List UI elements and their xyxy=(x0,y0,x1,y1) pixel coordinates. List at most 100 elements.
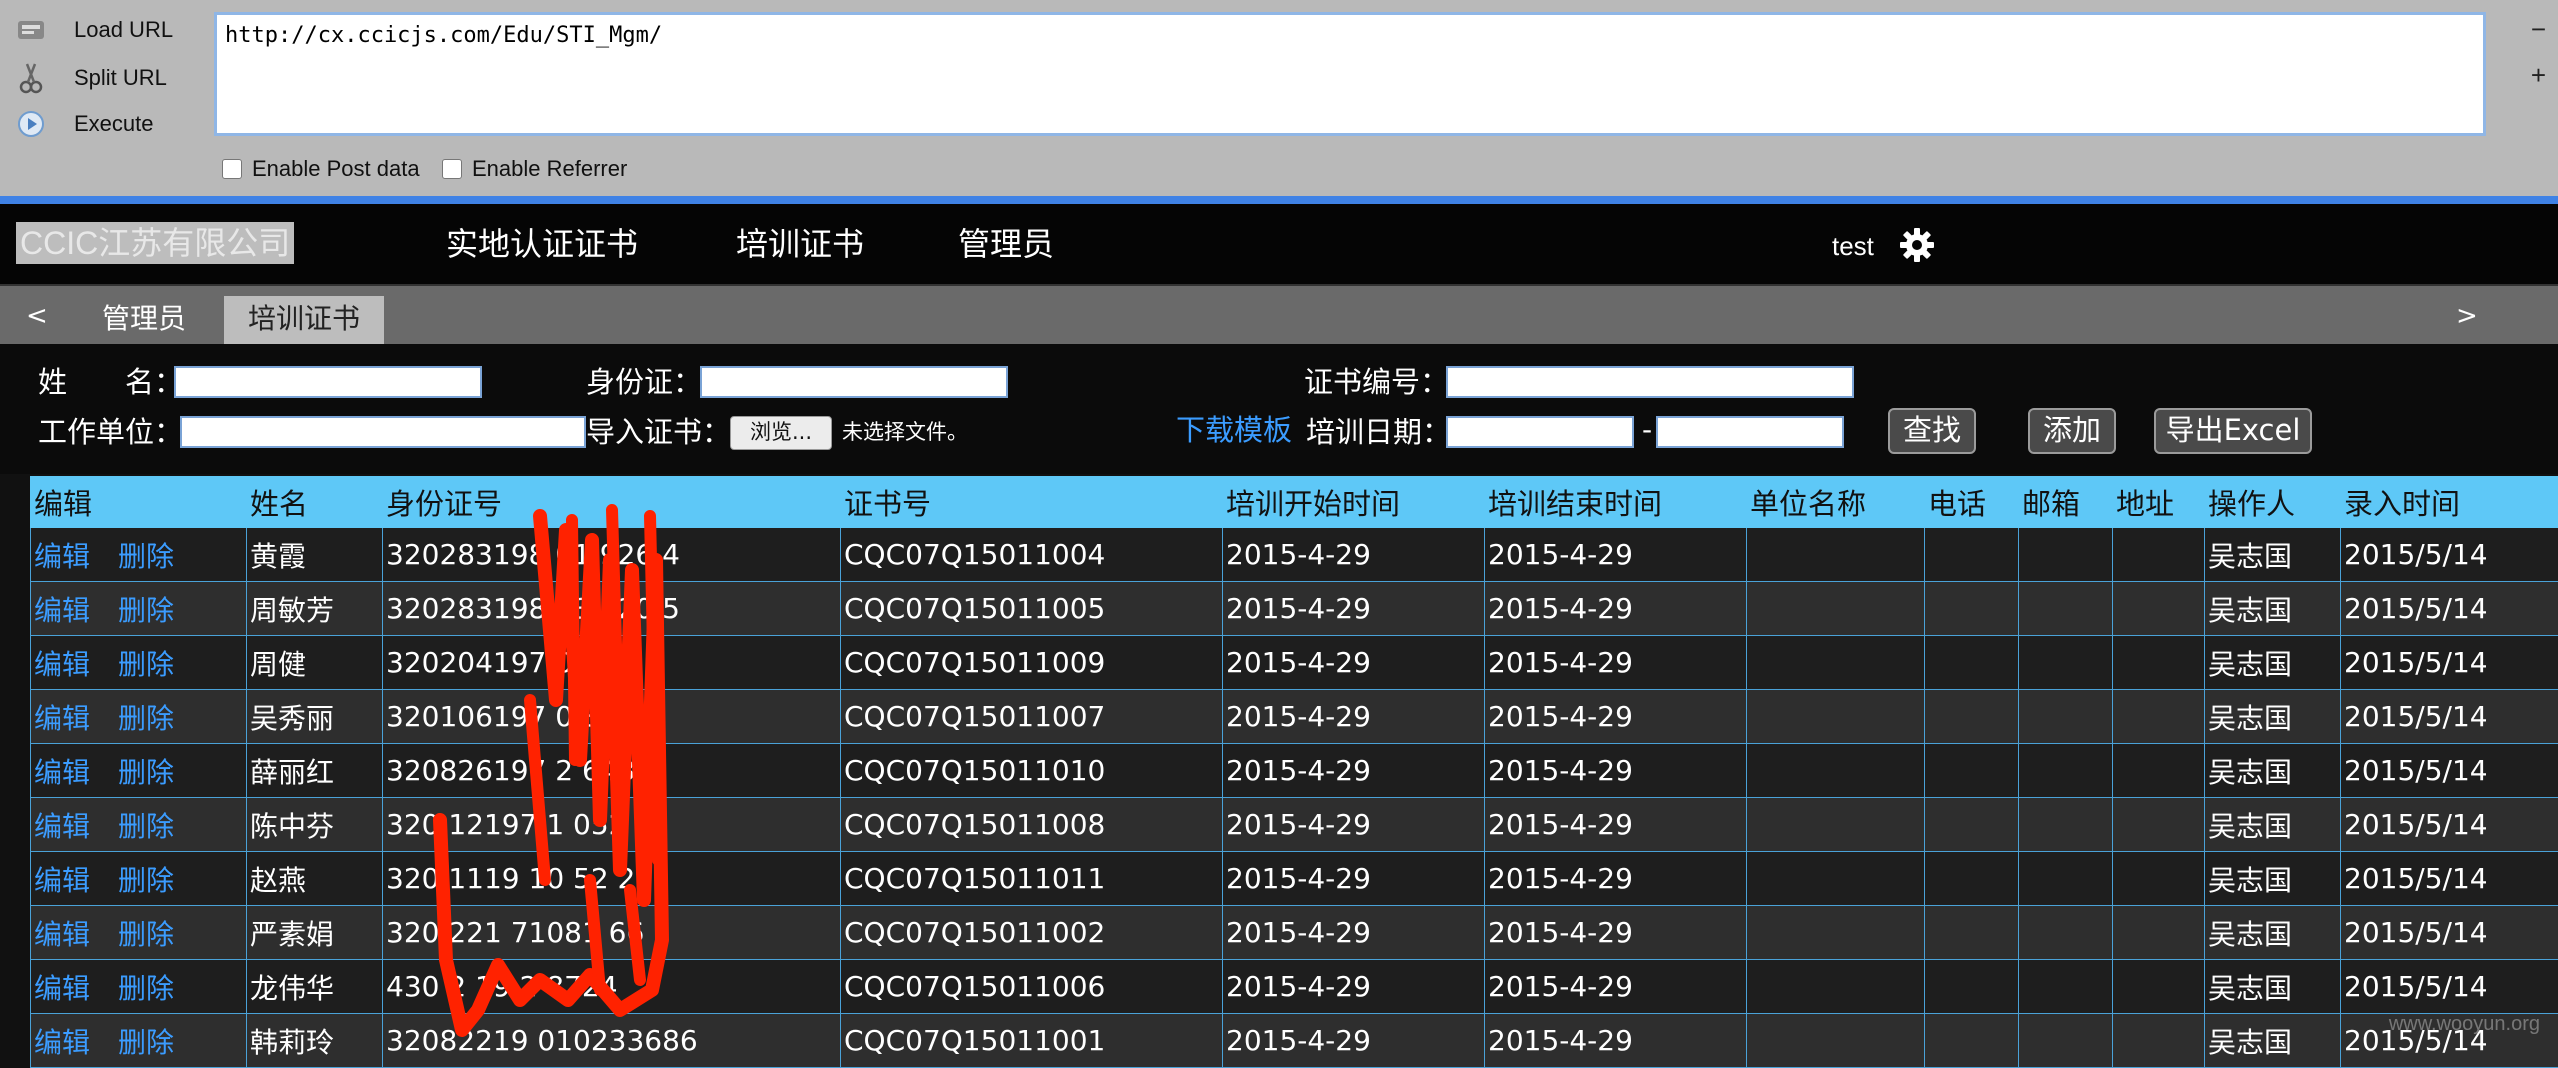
nav-item-onsite-cert[interactable]: 实地认证证书 xyxy=(446,222,638,266)
toolbar-divider xyxy=(0,196,2558,204)
delete-link[interactable]: 删除 xyxy=(118,810,174,843)
execute-label: Execute xyxy=(74,111,154,137)
user-name[interactable]: test xyxy=(1832,230,1874,262)
cell-cert: CQC07Q15011011 xyxy=(841,852,1223,906)
row-actions: 编辑删除 xyxy=(31,852,247,906)
checkbox-box[interactable] xyxy=(442,159,462,179)
cell-end: 2015-4-29 xyxy=(1485,744,1747,798)
delete-link[interactable]: 删除 xyxy=(118,918,174,951)
table-row: 编辑删除周敏芳320283198 03 220 5CQC07Q150110052… xyxy=(31,582,2558,636)
cell-created: 2015/5/14 xyxy=(2341,528,2558,582)
load-url-icon xyxy=(14,13,48,47)
grow-button[interactable]: + xyxy=(2531,60,2546,91)
column-header: 培训开始时间 xyxy=(1223,477,1485,528)
delete-link[interactable]: 删除 xyxy=(118,864,174,897)
table-row: 编辑删除陈中芬320 12197 1 052 1CQC07Q1501100820… xyxy=(31,798,2558,852)
train-date-from-input[interactable] xyxy=(1446,416,1634,448)
delete-link[interactable]: 删除 xyxy=(118,1026,174,1059)
delete-link[interactable]: 删除 xyxy=(118,594,174,627)
add-button[interactable]: 添加 xyxy=(2028,408,2116,454)
brand-logo[interactable]: CCIC江苏有限公司 xyxy=(16,222,294,264)
id-number-input[interactable] xyxy=(700,366,1008,398)
column-header: 证书号 xyxy=(841,477,1223,528)
cell-end: 2015-4-29 xyxy=(1485,582,1747,636)
cell-end: 2015-4-29 xyxy=(1485,636,1747,690)
download-template-link[interactable]: 下载模板 xyxy=(1176,410,1292,450)
id-label: 身份证： xyxy=(586,362,702,402)
table-row: 编辑删除薛丽红320826197 2 643CQC07Q150110102015… xyxy=(31,744,2558,798)
cell-id: 320 1119 10 52 2 xyxy=(383,852,841,906)
edit-link[interactable]: 编辑 xyxy=(34,540,90,573)
cell-operator: 吴志国 xyxy=(2205,960,2341,1014)
delete-link[interactable]: 删除 xyxy=(118,702,174,735)
browse-file-button[interactable]: 浏览... xyxy=(730,416,832,450)
load-url-button[interactable]: Load URL xyxy=(14,10,173,50)
search-button[interactable]: 查找 xyxy=(1888,408,1976,454)
cell-cert: CQC07Q15011007 xyxy=(841,690,1223,744)
cell-addr xyxy=(2113,1014,2205,1068)
tab-scroll-right[interactable]: > xyxy=(2456,296,2478,336)
url-textarea[interactable]: http://cx.ccicjs.com/Edu/STI_Mgm/ xyxy=(214,12,2486,136)
import-label: 导入证书： xyxy=(586,412,731,452)
cell-name: 薛丽红 xyxy=(247,744,383,798)
edit-link[interactable]: 编辑 xyxy=(34,1026,90,1059)
tab-admin[interactable]: 管理员 xyxy=(78,296,210,344)
checkbox-box[interactable] xyxy=(222,159,242,179)
cell-phone xyxy=(1925,960,2019,1014)
nav-item-training-cert[interactable]: 培训证书 xyxy=(736,222,864,266)
train-date-to-input[interactable] xyxy=(1656,416,1844,448)
name-label: 姓 名： xyxy=(38,362,183,402)
cell-created: 2015/5/14 xyxy=(2341,852,2558,906)
edit-link[interactable]: 编辑 xyxy=(34,810,90,843)
cell-addr xyxy=(2113,528,2205,582)
edit-link[interactable]: 编辑 xyxy=(34,972,90,1005)
cell-operator: 吴志国 xyxy=(2205,906,2341,960)
export-excel-button[interactable]: 导出Excel xyxy=(2154,408,2312,454)
cell-company xyxy=(1747,906,1925,960)
edit-link[interactable]: 编辑 xyxy=(34,756,90,789)
company-input[interactable] xyxy=(180,416,586,448)
cell-id: 320283198 03 220 5 xyxy=(383,582,841,636)
nav-item-admin[interactable]: 管理员 xyxy=(958,222,1054,266)
top-navbar: CCIC江苏有限公司 实地认证证书 培训证书 管理员 test xyxy=(0,204,2558,286)
cell-id: 320 221 71081 66 xyxy=(383,906,841,960)
tab-training-cert[interactable]: 培训证书 xyxy=(224,296,384,344)
table-row: 编辑删除韩莉玲32082219 010233686CQC07Q150110012… xyxy=(31,1014,2558,1068)
cell-operator: 吴志国 xyxy=(2205,744,2341,798)
edit-link[interactable]: 编辑 xyxy=(34,648,90,681)
load-url-label: Load URL xyxy=(74,17,173,43)
cell-operator: 吴志国 xyxy=(2205,798,2341,852)
cell-name: 周健 xyxy=(247,636,383,690)
cell-end: 2015-4-29 xyxy=(1485,528,1747,582)
tab-scroll-left[interactable]: < xyxy=(26,296,48,336)
edit-link[interactable]: 编辑 xyxy=(34,702,90,735)
hackbar-toolbar: Load URL Split URL Execute http://cx.cci… xyxy=(0,0,2558,196)
cert-number-input[interactable] xyxy=(1446,366,1854,398)
delete-link[interactable]: 删除 xyxy=(118,540,174,573)
delete-link[interactable]: 删除 xyxy=(118,972,174,1005)
cell-email xyxy=(2019,1014,2113,1068)
cell-created: 2015/5/14 xyxy=(2341,798,2558,852)
execute-button[interactable]: Execute xyxy=(14,104,154,144)
enable-referrer-checkbox[interactable]: Enable Referrer xyxy=(442,156,627,182)
cell-addr xyxy=(2113,636,2205,690)
delete-link[interactable]: 删除 xyxy=(118,756,174,789)
edit-link[interactable]: 编辑 xyxy=(34,918,90,951)
split-url-button[interactable]: Split URL xyxy=(14,58,167,98)
cell-cert: CQC07Q15011009 xyxy=(841,636,1223,690)
edit-link[interactable]: 编辑 xyxy=(34,864,90,897)
shrink-button[interactable]: − xyxy=(2531,14,2546,45)
cell-company xyxy=(1747,744,1925,798)
cell-phone xyxy=(1925,798,2019,852)
cell-company xyxy=(1747,690,1925,744)
enable-post-checkbox[interactable]: Enable Post data xyxy=(222,156,420,182)
cell-name: 周敏芳 xyxy=(247,582,383,636)
edit-link[interactable]: 编辑 xyxy=(34,594,90,627)
gear-icon[interactable] xyxy=(1898,226,1936,264)
cell-id: 430 2 19 2 8724 xyxy=(383,960,841,1014)
cell-cert: CQC07Q15011002 xyxy=(841,906,1223,960)
delete-link[interactable]: 删除 xyxy=(118,648,174,681)
cert-no-label: 证书编号： xyxy=(1304,362,1449,402)
cell-phone xyxy=(1925,744,2019,798)
name-input[interactable] xyxy=(174,366,482,398)
